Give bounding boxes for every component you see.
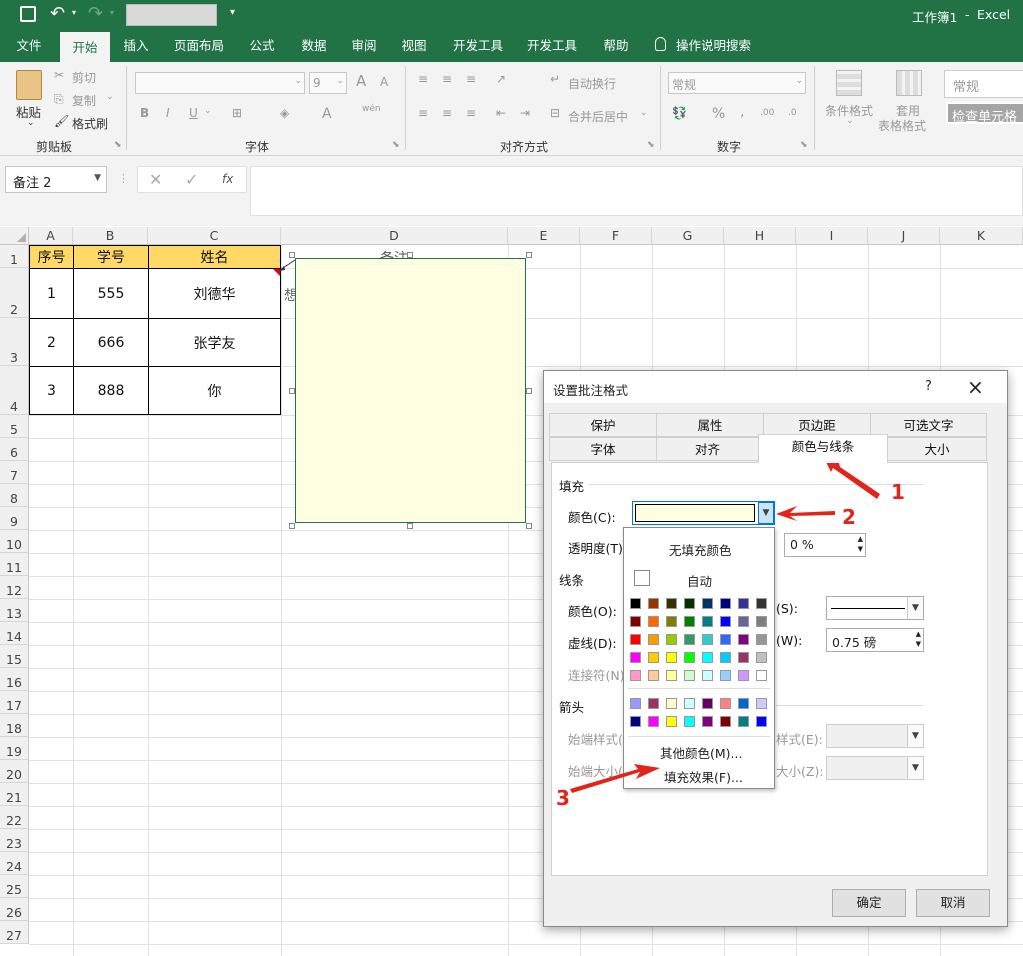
annotation-arrow-1 [826,459,880,499]
annotation-arrow-3 [570,764,660,793]
annotation-arrow-2 [776,506,835,521]
tab-colors-lines[interactable]: 颜色与线条 [758,434,888,463]
annotation-label-1: 1 [891,480,905,504]
annotation-label-2: 2 [842,505,856,529]
annotation-label-3: 3 [556,786,570,810]
annotation-arrows [570,459,880,793]
